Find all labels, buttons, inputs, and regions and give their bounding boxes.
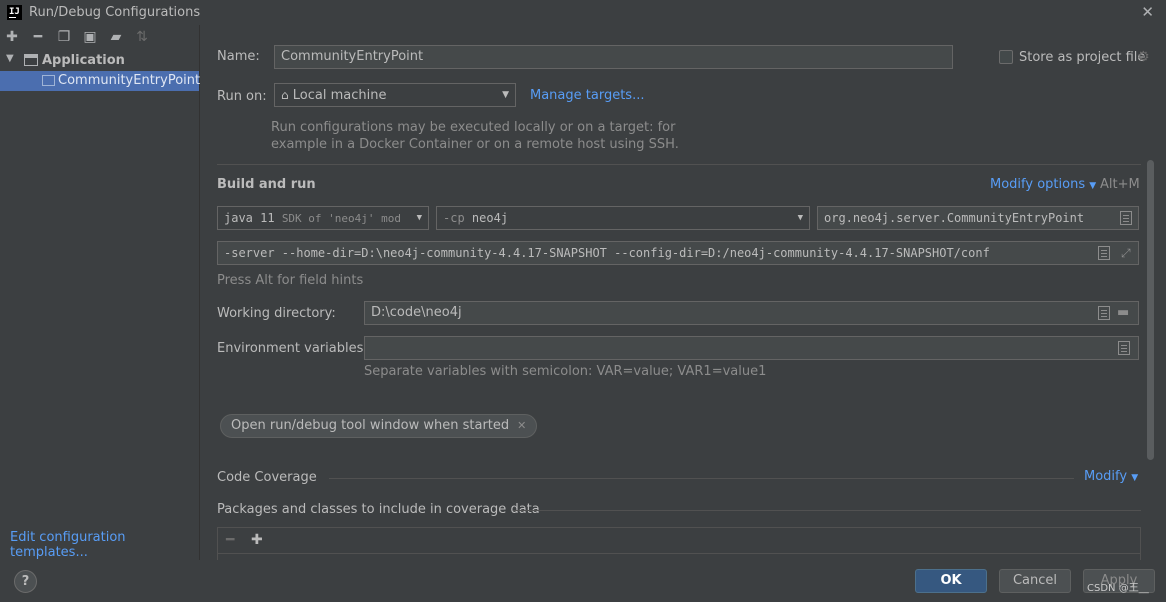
copy-icon[interactable]: ❐ [56, 29, 72, 45]
add-icon[interactable]: ✚ [251, 532, 263, 548]
cancel-button[interactable]: Cancel [999, 569, 1071, 593]
tree-group-application[interactable]: ▼ Application [0, 52, 200, 70]
build-and-run-title: Build and run [217, 177, 316, 192]
store-as-project-checkbox[interactable] [999, 50, 1013, 64]
intellij-logo-icon: IJ [7, 5, 22, 20]
application-icon [24, 54, 38, 66]
working-directory-label: Working directory: [217, 306, 336, 321]
classpath-select[interactable]: -cp neo4j ▼ [436, 206, 810, 230]
packages-title: Packages and classes to include in cover… [217, 502, 540, 517]
close-icon[interactable]: ✕ [517, 419, 526, 432]
modify-options-shortcut: Alt+M [1100, 177, 1140, 192]
run-config-icon [42, 75, 55, 86]
home-icon: ⌂ [281, 88, 289, 102]
tree-group-label: Application [42, 53, 125, 68]
edit-templates-link[interactable]: Edit configuration templates... [10, 530, 199, 560]
working-directory-value: D:\code\neo4j [371, 305, 462, 320]
remove-icon[interactable]: ━ [30, 29, 46, 45]
divider [329, 478, 1074, 479]
form-scrollbar[interactable] [1147, 160, 1154, 460]
divider [217, 164, 1141, 165]
environment-variables-input[interactable] [364, 336, 1139, 360]
chevron-down-icon: ▼ [1131, 473, 1139, 483]
run-on-select[interactable]: ⌂ Local machine ▼ [274, 83, 516, 107]
modify-link[interactable]: Modify ▼ [1084, 469, 1138, 484]
sort-icon[interactable]: ⇅ [134, 29, 150, 45]
chevron-down-icon[interactable]: ▼ [6, 53, 14, 64]
new-folder-icon[interactable]: ▰ [108, 29, 124, 45]
remove-icon[interactable]: ━ [226, 532, 234, 548]
folder-icon[interactable]: ▬ [1117, 302, 1129, 324]
coverage-patterns-table: ━ ✚ [217, 527, 1141, 560]
tool-window-option-chip[interactable]: Open run/debug tool window when started ✕ [220, 414, 538, 438]
ok-button[interactable]: OK [915, 569, 987, 593]
close-icon[interactable]: ✕ [1141, 3, 1154, 21]
window-title: Run/Debug Configurations [29, 5, 201, 20]
field-hints-text: Press Alt for field hints [217, 273, 364, 288]
dialog-button-bar: ? OK Cancel Apply CSDN @王__ [0, 560, 1166, 602]
chevron-down-icon: ▼ [1089, 181, 1097, 191]
watermark: CSDN @王__ [1087, 583, 1149, 594]
environment-variables-label: Environment variables: [217, 341, 368, 356]
macro-icon[interactable] [1098, 306, 1110, 320]
browse-class-icon[interactable] [1120, 211, 1132, 225]
save-icon[interactable]: ▣ [82, 29, 98, 45]
expand-icon[interactable]: ⤢ [1118, 242, 1134, 264]
jdk-sub-value: SDK of 'neo4j' mod [281, 212, 402, 225]
chevron-down-icon: ▼ [502, 90, 509, 100]
main-class-value: org.neo4j.server.CommunityEntryPoint [824, 211, 1085, 225]
modify-options-link[interactable]: Modify options ▼ [990, 177, 1096, 192]
working-directory-input[interactable]: D:\code\neo4j ▬ [364, 301, 1139, 325]
title-bar: IJ Run/Debug Configurations ✕ [0, 0, 1166, 25]
tool-window-option-label: Open run/debug tool window when started [231, 418, 510, 433]
tree-item-community-entry-point[interactable]: CommunityEntryPoint [0, 71, 201, 91]
modify-label: Modify [1084, 469, 1128, 484]
configuration-form: Name: CommunityEntryPoint Store as proje… [201, 25, 1166, 560]
cp-prefix: -cp [443, 211, 465, 225]
chevron-down-icon: ▼ [797, 213, 803, 223]
main-class-input[interactable]: org.neo4j.server.CommunityEntryPoint [817, 206, 1139, 230]
environment-variables-hint: Separate variables with semicolon: VAR=v… [364, 364, 767, 379]
program-arguments-input[interactable]: -server --home-dir=D:\neo4j-community-4.… [217, 241, 1139, 265]
store-as-project-label: Store as project file [1019, 50, 1146, 65]
add-icon[interactable]: ✚ [4, 29, 20, 45]
jdk-value: java 11 [224, 211, 275, 225]
jdk-select[interactable]: java 11 SDK of 'neo4j' mod ▼ [217, 206, 429, 230]
run-on-hint-line2: example in a Docker Container or on a re… [271, 137, 679, 152]
name-input[interactable]: CommunityEntryPoint [274, 45, 953, 69]
chevron-down-icon: ▼ [413, 207, 422, 229]
expand-editor-icon[interactable] [1098, 246, 1110, 260]
manage-targets-link[interactable]: Manage targets... [530, 88, 644, 103]
sidebar-toolbar: ✚ ━ ❐ ▣ ▰ ⇅ [0, 25, 200, 51]
name-label: Name: [217, 49, 260, 64]
run-on-label: Run on: [217, 89, 267, 104]
help-button[interactable]: ? [14, 570, 37, 593]
run-on-value: Local machine [292, 88, 387, 103]
tree-item-label: CommunityEntryPoint [58, 73, 201, 88]
modify-options-label: Modify options [990, 177, 1086, 192]
cp-value: neo4j [471, 211, 509, 225]
program-arguments-value: -server --home-dir=D:\neo4j-community-4.… [224, 246, 990, 260]
code-coverage-title: Code Coverage [217, 470, 317, 485]
configurations-sidebar: ✚ ━ ❐ ▣ ▰ ⇅ ▼ Application CommunityEntry… [0, 25, 200, 560]
edit-variables-icon[interactable] [1118, 341, 1130, 355]
divider [513, 510, 1141, 511]
gear-icon[interactable]: ⚙ [1137, 49, 1150, 65]
divider [218, 553, 1140, 554]
run-on-hint-line1: Run configurations may be executed local… [271, 120, 676, 135]
